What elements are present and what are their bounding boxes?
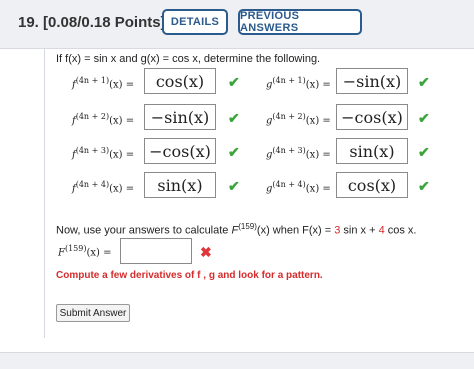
g-answer-row2[interactable]: −cos(x) <box>336 104 408 130</box>
submit-answer-button[interactable]: Submit Answer <box>56 304 130 322</box>
check-icon: ✔ <box>228 74 240 90</box>
check-icon: ✔ <box>418 178 430 194</box>
question-title: 19. [0.08/0.18 Points] <box>18 14 166 31</box>
hint-text: Compute a few derivatives of f , g and l… <box>56 270 323 281</box>
g-label-row1: g(4n + 1)(x) = <box>266 76 331 91</box>
g-answer-row4[interactable]: cos(x) <box>336 172 408 198</box>
g-label-row4: g(4n + 4)(x) = <box>266 180 331 195</box>
final-label: F(159)(x) = <box>58 244 112 259</box>
check-icon: ✔ <box>418 110 430 126</box>
g-answer-row3[interactable]: sin(x) <box>336 138 408 164</box>
f-label-row2: f(4n + 2)(x) = <box>72 112 135 127</box>
f-answer-row1[interactable]: cos(x) <box>144 68 216 94</box>
final-answer-input[interactable] <box>120 238 192 264</box>
check-icon: ✔ <box>418 144 430 160</box>
g-answer-row1[interactable]: −sin(x) <box>336 68 408 94</box>
check-icon: ✔ <box>228 110 240 126</box>
question-header: 19. [0.08/0.18 Points] DETAILS PREVIOUS … <box>0 0 474 49</box>
f-answer-row3[interactable]: −cos(x) <box>144 138 216 164</box>
f-answer-row4[interactable]: sin(x) <box>144 172 216 198</box>
f-answer-row2[interactable]: −sin(x) <box>144 104 216 130</box>
g-label-row3: g(4n + 3)(x) = <box>266 146 331 161</box>
question-number: 19. <box>18 14 39 31</box>
instruction-text: Now, use your answers to calculate F(159… <box>56 222 417 237</box>
footer-bar <box>0 352 474 369</box>
check-icon: ✔ <box>228 178 240 194</box>
cross-icon: ✖ <box>200 244 212 260</box>
f-label-row3: f(4n + 3)(x) = <box>72 146 135 161</box>
check-icon: ✔ <box>418 74 430 90</box>
previous-answers-button[interactable]: PREVIOUS ANSWERS <box>238 9 362 35</box>
g-label-row2: g(4n + 2)(x) = <box>266 112 331 127</box>
question-prompt: If f(x) = sin x and g(x) = cos x, determ… <box>56 53 321 65</box>
f-label-row1: f(4n + 1)(x) = <box>72 76 135 91</box>
check-icon: ✔ <box>228 144 240 160</box>
left-divider <box>44 48 45 338</box>
details-button[interactable]: DETAILS <box>162 9 228 35</box>
f-label-row4: f(4n + 4)(x) = <box>72 180 135 195</box>
question-points: [0.08/0.18 Points] <box>43 14 166 31</box>
